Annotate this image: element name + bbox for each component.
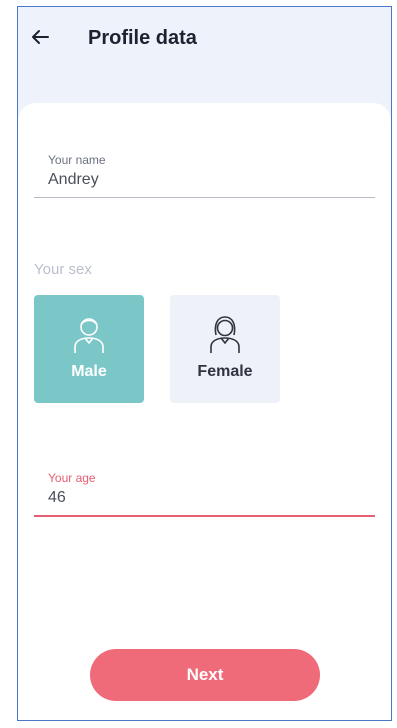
sex-section-label: Your sex <box>34 261 92 278</box>
next-button[interactable]: Next <box>90 649 320 701</box>
page-title: Profile data <box>88 27 197 49</box>
name-input[interactable]: Andrey <box>48 171 99 189</box>
top-bar: Profile data <box>18 7 391 103</box>
female-avatar-icon <box>210 316 240 353</box>
age-input[interactable]: 46 <box>48 489 66 507</box>
profile-form-card: Your name Andrey Your sex Male Female Yo… <box>18 103 391 720</box>
female-label: Female <box>197 363 253 380</box>
male-option[interactable]: Male <box>34 295 144 403</box>
female-option[interactable]: Female <box>170 295 280 403</box>
age-field[interactable]: Your age 46 <box>34 463 375 517</box>
arrow-left-icon <box>32 30 49 44</box>
male-label: Male <box>71 363 107 380</box>
back-button[interactable] <box>28 25 52 49</box>
name-field[interactable]: Your name Andrey <box>34 145 375 198</box>
app-window: Profile data Your name Andrey Your sex M… <box>17 6 392 721</box>
name-label: Your name <box>48 153 106 167</box>
age-label: Your age <box>48 471 96 485</box>
male-avatar-icon <box>74 318 104 353</box>
